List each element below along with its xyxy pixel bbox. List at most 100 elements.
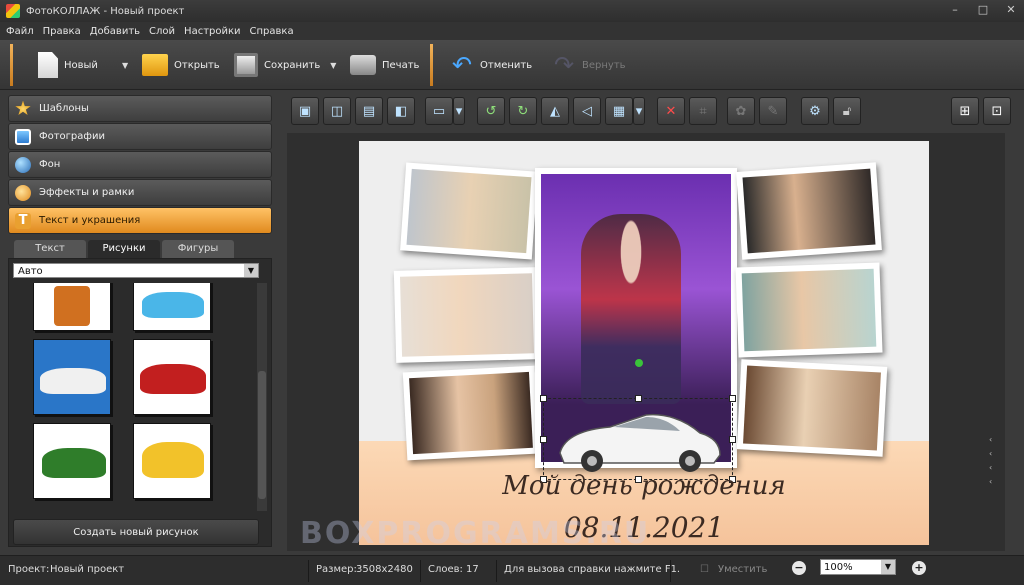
section-photos[interactable]: Фотографии	[8, 123, 272, 150]
delete-icon[interactable]: ✕	[657, 97, 685, 125]
section-effects-frames[interactable]: Эффекты и рамки	[8, 179, 272, 206]
drawing-thumbnail-selected[interactable]	[33, 339, 111, 415]
new-dropdown-arrow-icon[interactable]: ▼	[122, 61, 128, 70]
send-to-back-icon[interactable]: ▣	[291, 97, 319, 125]
left-panel: Шаблоны Фотографии Фон Эффекты и рамки T…	[8, 95, 272, 551]
background-dropdown-icon[interactable]: ▾	[633, 97, 645, 125]
layers-label: Слоев:	[428, 564, 463, 575]
tab-drawings[interactable]: Рисунки	[88, 240, 160, 258]
save-button[interactable]: Сохранить ▼	[234, 47, 336, 83]
undo-button[interactable]: ↶ Отменить	[450, 47, 532, 83]
resize-handle[interactable]	[729, 395, 736, 402]
menu-add[interactable]: Добавить	[90, 26, 140, 37]
resize-handle[interactable]	[540, 436, 547, 443]
clipart-image	[54, 286, 90, 326]
close-button[interactable]: ✕	[1004, 2, 1018, 18]
zoom-out-button[interactable]: −	[792, 561, 806, 575]
drawing-thumbnail[interactable]	[33, 423, 111, 499]
photo-image	[741, 268, 877, 352]
menu-settings[interactable]: Настройки	[184, 26, 240, 37]
align-icon[interactable]: ▭	[425, 97, 453, 125]
watermark-text: BOXPROGRAMS.RU	[300, 516, 651, 551]
main-toolbar: Новый ▼ Открыть Сохранить ▼ Печать ↶ Отм…	[0, 40, 1024, 90]
section-label: Фотографии	[39, 131, 105, 142]
fit-checkbox-icon[interactable]: ☐	[700, 564, 709, 575]
fit-button[interactable]: Уместить	[718, 564, 767, 575]
send-backward-icon[interactable]: ▤	[355, 97, 383, 125]
open-button[interactable]: Открыть	[142, 47, 220, 83]
redo-button[interactable]: ↷ Вернуть	[552, 47, 626, 83]
flip-vertical-icon[interactable]: ◁	[573, 97, 601, 125]
undo-arrow-icon: ↶	[451, 51, 473, 79]
photo-image	[409, 371, 533, 455]
drawing-thumbnail[interactable]	[133, 283, 211, 331]
menu-edit[interactable]: Правка	[43, 26, 81, 37]
zoom-in-button[interactable]: +	[912, 561, 926, 575]
drawing-thumbnail[interactable]	[33, 283, 111, 331]
drawings-scrollbar[interactable]	[257, 283, 267, 511]
zoom-select[interactable]: 100% ▼	[820, 559, 896, 575]
flip-horizontal-icon[interactable]: ◭	[541, 97, 569, 125]
add-page-icon[interactable]: ⊞	[951, 97, 979, 125]
menu-layer[interactable]: Слой	[149, 26, 175, 37]
section-background[interactable]: Фон	[8, 151, 272, 178]
print-button[interactable]: Печать	[350, 47, 419, 83]
title-bar: ФотоКОЛЛАЖ - Новый проект – □ ✕	[0, 0, 1024, 22]
green-car-image	[42, 448, 106, 478]
collage-photo[interactable]	[736, 359, 888, 457]
collage-canvas[interactable]: Мой день рождения 08.11.2021	[359, 141, 929, 545]
minimize-button[interactable]: –	[948, 2, 962, 18]
scrollbar-thumb[interactable]	[258, 371, 266, 499]
rotate-right-icon[interactable]: ↻	[509, 97, 537, 125]
background-image-icon[interactable]: ▦	[605, 97, 633, 125]
yellow-car-image	[142, 442, 204, 478]
crop-icon[interactable]: ⌗	[689, 97, 717, 125]
section-text-decorations[interactable]: T Текст и украшения	[8, 207, 272, 234]
menu-help[interactable]: Справка	[250, 26, 294, 37]
resize-handle[interactable]	[729, 436, 736, 443]
layers-value: 17	[466, 564, 479, 575]
collage-photo[interactable]	[402, 365, 540, 461]
align-dropdown-icon[interactable]: ▾	[453, 97, 465, 125]
project-label: Проект:	[8, 564, 50, 575]
new-button[interactable]: Новый ▼	[38, 47, 128, 83]
bring-to-front-icon[interactable]: ◫	[323, 97, 351, 125]
photo-image	[742, 168, 876, 254]
chevron-down-icon[interactable]: ▼	[881, 560, 895, 574]
app-window: ФотоКОЛЛАЖ - Новый проект – □ ✕ Файл Пра…	[0, 0, 1024, 585]
save-dropdown-arrow-icon[interactable]: ▼	[330, 61, 336, 70]
chevron-down-icon[interactable]: ▼	[244, 264, 258, 277]
effects-icon[interactable]: ✿	[727, 97, 755, 125]
collage-photo[interactable]	[393, 267, 541, 363]
drawing-thumbnail[interactable]	[133, 339, 211, 415]
drawing-thumbnail[interactable]	[133, 423, 211, 499]
color-picker-icon[interactable]: ✎	[759, 97, 787, 125]
bring-forward-icon[interactable]: ◧	[387, 97, 415, 125]
side-scroll-arrows[interactable]: ‹ ‹ ‹ ‹	[989, 433, 997, 489]
toolbar-separator	[430, 44, 433, 86]
edit-toolbar: ▣ ◫ ▤ ◧ ▭ ▾ ↺ ↻ ◭ ◁ ▦ ▾ ✕ ⌗ ✿ ✎ ⚙ 🔓︎ ⊞ ⊡	[287, 95, 1015, 129]
page-settings-icon[interactable]: ⊡	[983, 97, 1011, 125]
collage-photo[interactable]	[736, 162, 882, 260]
tab-shapes[interactable]: Фигуры	[162, 240, 234, 258]
rotate-left-icon[interactable]: ↺	[477, 97, 505, 125]
category-select[interactable]: Авто ▼	[13, 263, 259, 278]
section-templates[interactable]: Шаблоны	[8, 95, 272, 122]
canvas-title-text[interactable]: Мой день рождения	[359, 471, 929, 501]
lock-icon[interactable]: 🔓︎	[833, 97, 861, 125]
collage-photo[interactable]	[735, 262, 883, 358]
rotate-handle[interactable]	[635, 359, 643, 367]
save-icon	[234, 53, 258, 77]
resize-handle[interactable]	[635, 395, 642, 402]
size-label: Размер:	[316, 564, 357, 575]
gear-icon[interactable]: ⚙	[801, 97, 829, 125]
create-drawing-button[interactable]: Создать новый рисунок	[13, 519, 259, 545]
sidebar-tabs: Текст Рисунки Фигуры	[8, 240, 272, 258]
printer-icon	[350, 55, 376, 75]
tab-text[interactable]: Текст	[14, 240, 86, 258]
maximize-button[interactable]: □	[976, 2, 990, 18]
resize-handle[interactable]	[540, 395, 547, 402]
menu-file[interactable]: Файл	[6, 26, 34, 37]
collage-photo[interactable]	[400, 162, 538, 260]
selected-clipart-frame[interactable]	[540, 359, 736, 483]
